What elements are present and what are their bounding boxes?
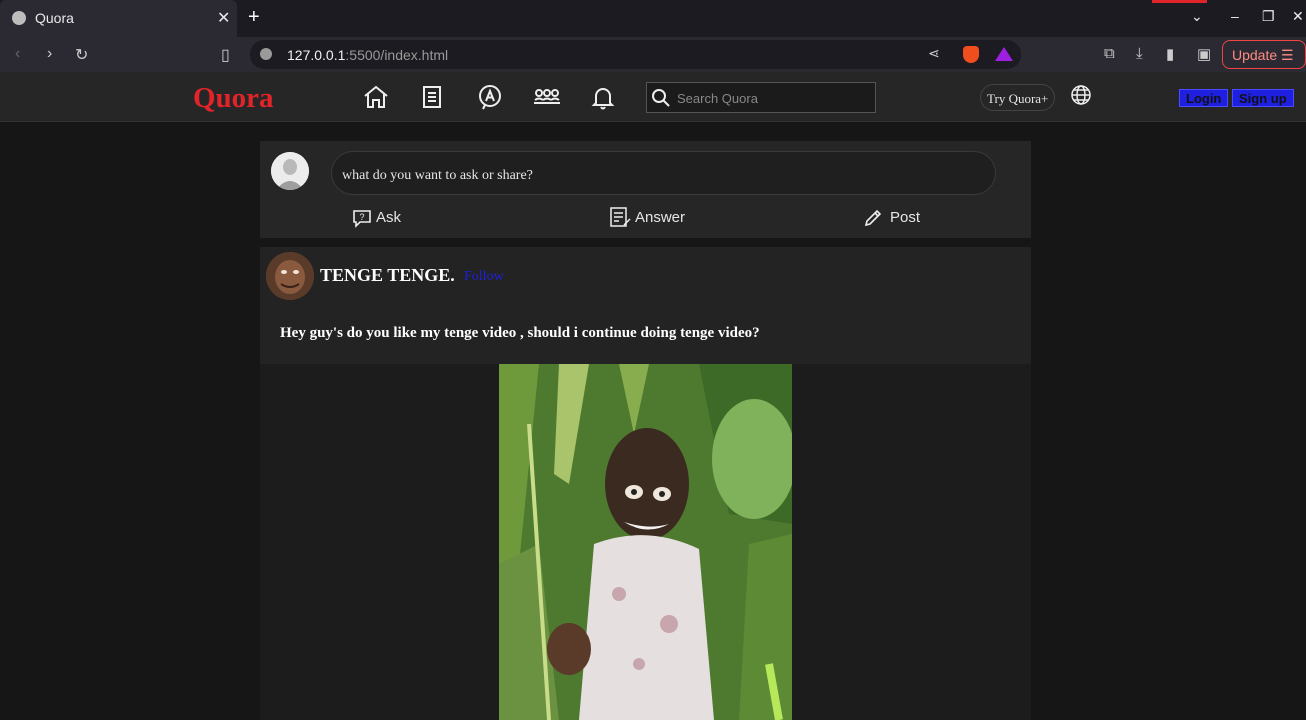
ask-button[interactable]: ? Ask [352,209,402,228]
forward-icon[interactable]: › [47,45,52,63]
wallet-icon[interactable]: ▣ [1197,45,1211,63]
ask-compose-card: what do you want to ask or share? ? Ask … [260,141,1031,238]
new-tab-icon[interactable]: + [248,6,260,29]
recording-indicator [1152,0,1207,3]
tab-title: Quora [35,10,74,26]
login-button[interactable]: Login [1179,89,1229,107]
url-host: 127.0.0.1 [287,47,346,63]
post-video[interactable] [499,364,792,720]
restore-icon[interactable]: ❐ [1262,8,1275,25]
author-photo [266,252,314,300]
globe-favicon-icon [12,11,26,25]
site-header: Quora Search Quora Try Quora+ Login Sign… [0,72,1306,122]
search-icon [652,89,670,107]
ask-label: Ask [376,209,402,226]
signup-button[interactable]: Sign up [1232,89,1294,107]
tab-list-chevron-icon[interactable]: ⌄ [1191,8,1203,25]
url-text: 127.0.0.1:5500/index.html [287,47,448,63]
search-box[interactable]: Search Quora [646,82,876,113]
try-quora-plus-button[interactable]: Try Quora+ [980,84,1056,111]
browser-tab-strip: Quora ✕ + ⌄ – ❐ ✕ [0,0,1306,37]
spaces-icon[interactable] [533,83,561,111]
browser-toolbar: ‹ › ↻ ▯ 127.0.0.1:5500/index.html ⋖ ⧉ ⤓ … [0,37,1306,72]
downloads-icon[interactable]: ⤓ [1136,45,1143,62]
back-icon[interactable]: ‹ [15,45,20,63]
answer-pencil-icon [610,207,631,227]
address-bar[interactable]: 127.0.0.1:5500/index.html ⋖ [250,40,1021,69]
answer-label: Answer [635,209,686,226]
ask-question-icon: ? [353,210,371,228]
ask-input-placeholder: what do you want to ask or share? [342,168,533,183]
close-tab-icon[interactable]: ✕ [217,8,230,28]
user-avatar[interactable] [271,152,309,190]
post-button[interactable]: Post [863,209,921,227]
minimize-icon[interactable]: – [1231,8,1239,24]
follow-link[interactable]: Follow [464,269,504,285]
quora-logo[interactable]: Quora [193,82,274,115]
window-close-icon[interactable]: ✕ [1292,8,1304,25]
post-question[interactable]: Hey guy's do you like my tenge video , s… [280,325,760,342]
search-placeholder: Search Quora [677,91,758,106]
default-person-icon [271,152,309,190]
feed-post-card: TENGE TENGE. Follow Hey guy's do you lik… [260,247,1031,720]
answer-button[interactable]: Answer [609,207,686,227]
bookmark-icon[interactable]: ▯ [221,45,230,65]
notifications-bell-icon[interactable] [589,83,617,111]
update-label: Update [1232,47,1278,63]
brave-rewards-icon[interactable] [995,47,1013,61]
extensions-icon[interactable]: ⧉ [1104,45,1115,62]
brave-shields-icon[interactable] [963,46,979,63]
author-avatar[interactable] [266,252,314,300]
svg-text:?: ? [360,212,365,222]
share-icon[interactable]: ⋖ [928,45,940,62]
site-info-icon[interactable] [260,48,272,60]
update-button[interactable]: Update ☰ [1222,40,1306,69]
video-frame [499,364,792,720]
post-label: Post [890,209,921,226]
browser-tab[interactable]: Quora ✕ [0,0,237,37]
author-name[interactable]: TENGE TENGE. [320,265,455,286]
reload-icon[interactable]: ↻ [75,45,88,65]
home-icon[interactable] [362,83,390,111]
post-header: TENGE TENGE. Follow Hey guy's do you lik… [260,247,1031,364]
ask-or-share-input[interactable]: what do you want to ask or share? [331,151,996,195]
post-pen-icon [864,209,882,227]
answer-icon[interactable] [476,83,504,111]
following-icon[interactable] [418,83,446,111]
sidebar-icon[interactable]: ▮ [1166,45,1174,63]
url-path: :5500/index.html [345,47,449,63]
language-globe-icon[interactable] [1070,84,1092,106]
